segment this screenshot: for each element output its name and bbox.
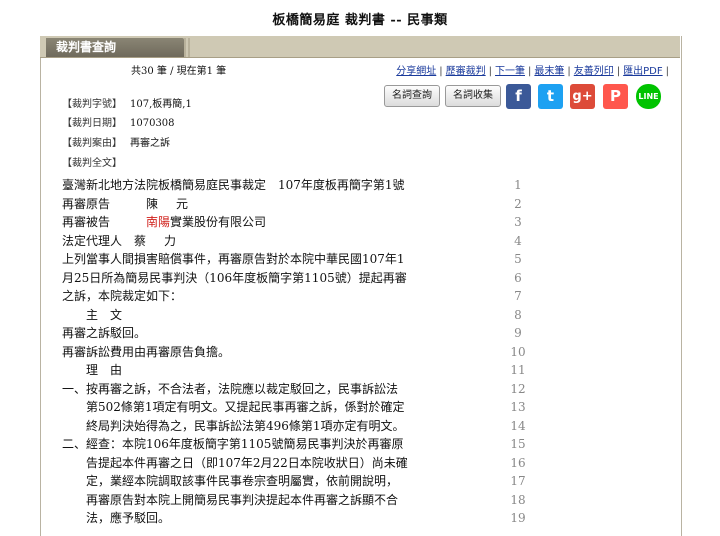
tab-judgment-query[interactable]: 裁判書查詢 [46,38,184,57]
line-number: 2 [514,196,522,211]
plurk-icon[interactable]: P [603,84,628,109]
document-line: 第502條第1項定有明文。又提起民事再審之訴，係對於確定 [62,400,405,414]
link-separator: | [665,66,669,77]
line-number: 8 [514,307,522,322]
line-number: 16 [510,455,526,470]
print-link[interactable]: 友善列印 [574,66,614,77]
line-number: 14 [510,418,526,433]
line-number: 3 [514,215,522,229]
top-links: 分享網址 | 歷審裁判 | 下一筆 | 最末筆 | 友善列印 | 匯出PDF | [396,62,672,77]
line-number: 1 [514,178,522,192]
next-record-link[interactable]: 下一筆 [495,66,525,77]
meta-label: 【裁判字號】 [62,99,122,110]
share-url-link[interactable]: 分享網址 [396,66,436,77]
line-number: 7 [514,289,522,303]
redaction-mask [146,234,165,248]
party-label: 再審原告 陳 [62,196,159,211]
line-number: 11 [510,363,526,377]
line-number: 15 [510,437,526,451]
line-number: 17 [510,474,526,488]
meta-date: 【裁判日期】 1070308 [62,114,175,129]
document-line: 終局判決始得為之，民事訴訟法第496條第1項亦定有明文。 [62,418,405,433]
meta-label: 【裁判案由】 [62,138,122,149]
document-line: 法，應予駁回。 [62,511,171,525]
export-pdf-link[interactable]: 匯出PDF [623,66,662,77]
document-line: 二、經查：本院106年度板簡字第1105號簡易民事判決於再審原 [62,437,404,451]
tab-bar: 裁判書查詢 [40,36,680,58]
link-separator: | [439,66,443,77]
tab-separator [184,38,192,57]
twitter-icon[interactable]: t [538,84,563,109]
meta-cause: 【裁判案由】 再審之訴 [62,134,170,149]
document-line: 再審被告 南陽實業股份有限公司 [62,213,266,232]
line-number: 9 [514,326,522,340]
party-name: 實業股份有限公司 [170,215,267,229]
line-number: 13 [510,400,526,414]
line-number: 6 [514,270,522,285]
document-line: 再審訴訟費用由再審原告負擔。 [62,344,231,359]
link-separator: | [488,66,493,77]
party-label: 法定代理人 蔡 [62,233,147,248]
document-line: 之訴，本院裁定如下： [62,289,183,303]
redaction-mask [158,197,177,211]
document-line: 定，業經本院調取該事件民事卷宗查明屬實，依前開說明， [62,474,399,488]
term-query-button[interactable]: 名詞查詢 [384,85,440,107]
line-number: 19 [510,511,526,525]
meta-value: 107,板再簡,1 [130,99,192,110]
meta-value: 再審之訴 [130,138,170,149]
line-number: 4 [514,233,522,248]
line-number: 5 [514,252,522,266]
highlighted-term[interactable]: 南陽 [146,215,170,229]
document-line: 上列當事人間損害賠償事件，再審原告對於本院中華民國107年1 [62,252,405,266]
last-record-link[interactable]: 最末筆 [534,66,564,77]
meta-value: 1070308 [130,118,175,129]
link-separator: | [528,66,532,77]
meta-fulltext: 【裁判全文】 [62,154,130,169]
line-icon[interactable]: LINE [636,84,661,109]
facebook-icon[interactable]: f [506,84,531,109]
document-line: 理 由 [62,363,123,377]
party-label: 再審被告 [62,215,147,229]
link-separator: | [616,66,621,77]
google-plus-icon[interactable]: g+ [570,84,595,109]
line-number: 10 [510,344,526,359]
line-number: 18 [510,492,526,507]
document-line: 再審之訴駁回。 [62,326,147,340]
party-name: 力 [164,233,177,248]
history-judgment-link[interactable]: 歷審裁判 [446,66,486,77]
meta-label: 【裁判日期】 [62,118,122,129]
record-counter: 共30 筆 / 現在第1 筆 [131,66,227,77]
document-line: 主 文 [62,307,123,322]
document-line: 一、按再審之訴，不合法者，法院應以裁定駁回之，民事訴訟法 [62,381,399,396]
meta-label: 【裁判全文】 [62,158,122,169]
meta-case-no: 【裁判字號】 107,板再簡,1 [62,95,192,110]
page-title: 板橋簡易庭 裁判書 -- 民事類 [272,13,448,28]
document-line: 法定代理人 蔡 力 [62,232,176,251]
document-line: 告提起本件再審之日（即107年2月22日本院收狀日）尚未確 [62,455,408,470]
line-number: 12 [510,381,526,396]
link-separator: | [567,66,571,77]
party-name: 元 [176,196,189,211]
document-line: 臺灣新北地方法院板橋簡易庭民事裁定 107年度板再簡字第1號 [62,178,405,192]
document-line: 月25日所為簡易民事判決（106年度板簡字第1105號）提起再審 [62,270,407,285]
document-line: 再審原告對本院上開簡易民事判決提起本件再審之訴顯不合 [62,492,399,507]
term-collect-button[interactable]: 名詞收集 [445,85,501,107]
document-line: 再審原告 陳 元 [62,195,188,214]
